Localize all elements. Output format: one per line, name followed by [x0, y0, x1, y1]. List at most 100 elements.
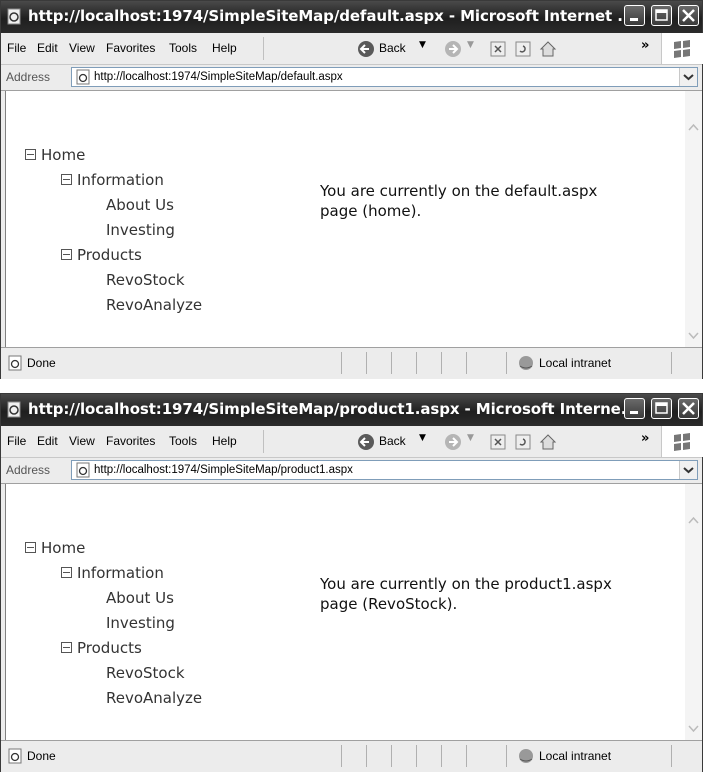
- tree-node-revoanalyze[interactable]: RevoAnalyze: [106, 689, 202, 707]
- intranet-globe-icon: [519, 356, 533, 370]
- collapse-icon[interactable]: [61, 567, 72, 578]
- tree-node-about-us[interactable]: About Us: [106, 589, 174, 607]
- toolbar-overflow-icon[interactable]: »: [641, 38, 649, 53]
- windows-logo-icon: [661, 426, 703, 457]
- collapse-icon[interactable]: [25, 542, 36, 553]
- ie-page-icon: [7, 8, 21, 25]
- status-text: Done: [27, 356, 56, 370]
- ie-page-icon: [7, 401, 21, 418]
- menu-tools[interactable]: Tools: [169, 434, 197, 448]
- status-bar: Done Local intranet: [1, 347, 702, 379]
- home-icon[interactable]: [538, 431, 558, 453]
- vertical-scrollbar[interactable]: [685, 91, 702, 347]
- page-content: Home Information About Us Investing Prod…: [5, 484, 686, 740]
- tree-node-revostock[interactable]: RevoStock: [106, 271, 185, 289]
- tree-node-investing[interactable]: Investing: [106, 614, 175, 632]
- menu-tools[interactable]: Tools: [169, 41, 197, 55]
- close-button[interactable]: [678, 398, 699, 419]
- address-bar: Address http://localhost:1974/SimpleSite…: [1, 65, 702, 91]
- tree-node-revoanalyze[interactable]: RevoAnalyze: [106, 296, 202, 314]
- chevron-down-icon: [683, 74, 694, 81]
- back-arrow-icon[interactable]: [356, 38, 376, 60]
- forward-arrow-icon[interactable]: [443, 431, 463, 453]
- back-button-label[interactable]: Back: [379, 434, 406, 448]
- collapse-icon[interactable]: [61, 642, 72, 653]
- page-message: You are currently on the product1.aspx p…: [320, 575, 612, 613]
- window-title: http://localhost:1974/SimpleSiteMap/defa…: [28, 7, 635, 25]
- address-label: Address: [6, 463, 51, 477]
- address-dropdown-button[interactable]: [679, 461, 697, 479]
- page-icon: [76, 69, 90, 85]
- menu-file[interactable]: File: [7, 41, 26, 55]
- browser-window-default: http://localhost:1974/SimpleSiteMap/defa…: [0, 0, 703, 379]
- tree-node-home[interactable]: Home: [25, 146, 85, 164]
- menu-help[interactable]: Help: [212, 41, 237, 55]
- address-bar: Address http://localhost:1974/SimpleSite…: [1, 458, 702, 484]
- window-title: http://localhost:1974/SimpleSiteMap/prod…: [28, 400, 638, 418]
- page-icon: [76, 462, 90, 478]
- back-dropdown-icon[interactable]: ▼: [419, 433, 426, 443]
- back-button-label[interactable]: Back: [379, 41, 406, 55]
- windows-logo-icon: [661, 33, 703, 64]
- menu-edit[interactable]: Edit: [37, 434, 58, 448]
- home-icon[interactable]: [538, 38, 558, 60]
- menu-view[interactable]: View: [69, 41, 95, 55]
- page-done-icon: [8, 748, 22, 764]
- tree-node-information[interactable]: Information: [61, 171, 164, 189]
- address-dropdown-button[interactable]: [679, 68, 697, 86]
- tree-node-investing[interactable]: Investing: [106, 221, 175, 239]
- back-dropdown-icon[interactable]: ▼: [419, 40, 426, 50]
- maximize-button[interactable]: [651, 398, 672, 419]
- forward-dropdown-icon[interactable]: ▼: [467, 433, 474, 443]
- menu-favorites[interactable]: Favorites: [106, 434, 155, 448]
- page-done-icon: [8, 355, 22, 371]
- refresh-icon[interactable]: [513, 38, 533, 60]
- page-content: Home Information About Us Investing Prod…: [5, 91, 686, 347]
- chevron-down-icon: [683, 467, 694, 474]
- address-input[interactable]: http://localhost:1974/SimpleSiteMap/defa…: [71, 67, 698, 87]
- menu-file[interactable]: File: [7, 434, 26, 448]
- collapse-icon[interactable]: [25, 149, 36, 160]
- refresh-icon[interactable]: [513, 431, 533, 453]
- title-bar[interactable]: http://localhost:1974/SimpleSiteMap/prod…: [1, 394, 702, 426]
- menu-favorites[interactable]: Favorites: [106, 41, 155, 55]
- close-icon: [682, 9, 695, 22]
- minimize-button[interactable]: [624, 398, 645, 419]
- collapse-icon[interactable]: [61, 174, 72, 185]
- maximize-button[interactable]: [651, 5, 672, 26]
- close-button[interactable]: [678, 5, 699, 26]
- forward-dropdown-icon[interactable]: ▼: [467, 40, 474, 50]
- tree-node-products[interactable]: Products: [61, 246, 142, 264]
- security-zone: Local intranet: [539, 749, 612, 763]
- menu-bar: File Edit View Favorites Tools Help Back…: [1, 33, 703, 65]
- forward-arrow-icon[interactable]: [443, 38, 463, 60]
- tree-node-home[interactable]: Home: [25, 539, 85, 557]
- page-message: You are currently on the default.aspx pa…: [320, 182, 598, 220]
- menu-edit[interactable]: Edit: [37, 41, 58, 55]
- menu-bar: File Edit View Favorites Tools Help Back…: [1, 426, 703, 458]
- status-text: Done: [27, 749, 56, 763]
- maximize-icon: [655, 402, 668, 414]
- toolbar-overflow-icon[interactable]: »: [641, 431, 649, 446]
- status-bar: Done Local intranet: [1, 740, 702, 772]
- minimize-icon: [630, 18, 638, 21]
- close-icon: [682, 402, 695, 415]
- stop-icon[interactable]: [488, 38, 508, 60]
- minimize-button[interactable]: [624, 5, 645, 26]
- tree-node-about-us[interactable]: About Us: [106, 196, 174, 214]
- tree-node-revostock[interactable]: RevoStock: [106, 664, 185, 682]
- browser-window-product1: http://localhost:1974/SimpleSiteMap/prod…: [0, 393, 703, 772]
- title-bar[interactable]: http://localhost:1974/SimpleSiteMap/defa…: [1, 1, 702, 33]
- security-zone: Local intranet: [539, 356, 612, 370]
- tree-node-information[interactable]: Information: [61, 564, 164, 582]
- vertical-scrollbar[interactable]: [685, 484, 702, 740]
- maximize-icon: [655, 9, 668, 21]
- menu-help[interactable]: Help: [212, 434, 237, 448]
- back-arrow-icon[interactable]: [356, 431, 376, 453]
- stop-icon[interactable]: [488, 431, 508, 453]
- tree-node-products[interactable]: Products: [61, 639, 142, 657]
- address-input[interactable]: http://localhost:1974/SimpleSiteMap/prod…: [71, 460, 698, 480]
- collapse-icon[interactable]: [61, 249, 72, 260]
- menu-view[interactable]: View: [69, 434, 95, 448]
- minimize-icon: [630, 411, 638, 414]
